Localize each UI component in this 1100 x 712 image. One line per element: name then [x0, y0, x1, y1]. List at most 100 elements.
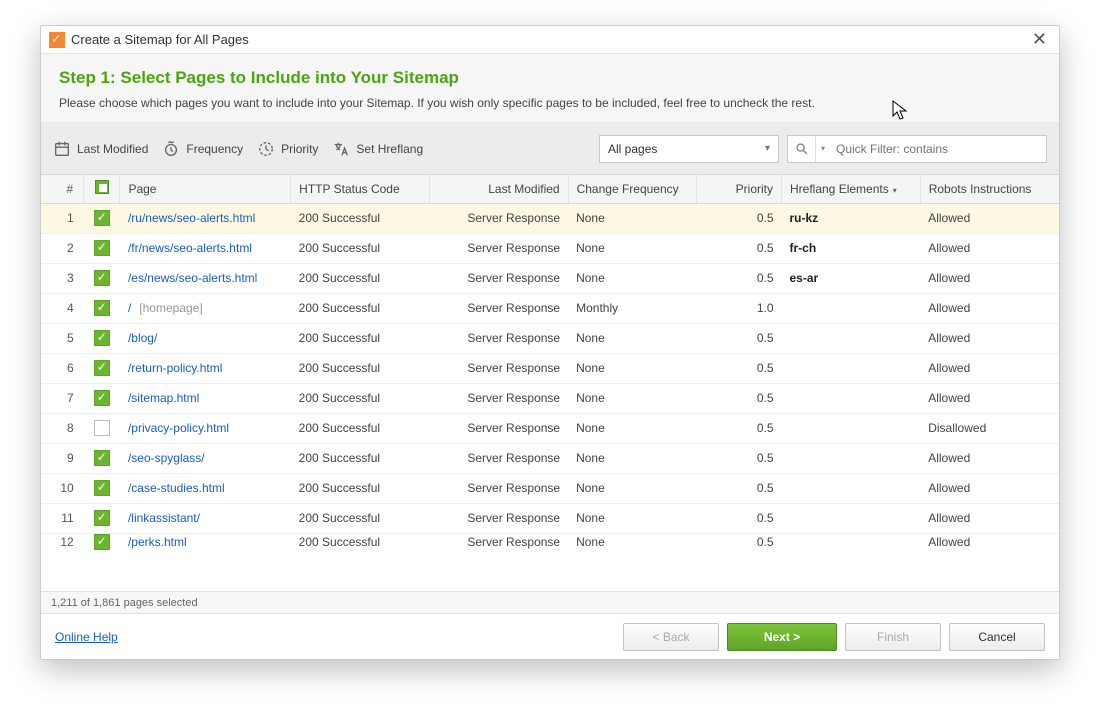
cell-num: 6	[41, 353, 84, 383]
table-row[interactable]: 10/case-studies.html200 SuccessfulServer…	[41, 473, 1059, 503]
page-link[interactable]: /sitemap.html	[128, 391, 199, 405]
table-row[interactable]: 8/privacy-policy.html200 SuccessfulServe…	[41, 413, 1059, 443]
table-row[interactable]: 11/linkassistant/200 SuccessfulServer Re…	[41, 503, 1059, 533]
cell-checkbox[interactable]	[84, 233, 120, 263]
next-button[interactable]: Next >	[727, 623, 837, 651]
search-dropdown-icon[interactable]: ▾	[816, 136, 830, 162]
cell-robots: Allowed	[920, 353, 1059, 383]
th-hreflang[interactable]: Hreflang Elements▾	[782, 175, 921, 203]
toolbar-set-hreflang[interactable]: Set Hreflang	[332, 140, 423, 158]
table-row[interactable]: 7/sitemap.html200 SuccessfulServer Respo…	[41, 383, 1059, 413]
cell-priority: 0.5	[696, 443, 781, 473]
page-link[interactable]: /linkassistant/	[128, 511, 200, 525]
row-checkbox[interactable]	[94, 330, 110, 346]
th-select-all[interactable]	[84, 175, 120, 203]
th-robots[interactable]: Robots Instructions	[920, 175, 1059, 203]
page-link[interactable]: /return-policy.html	[128, 361, 222, 375]
th-freq[interactable]: Change Frequency	[568, 175, 696, 203]
table-row[interactable]: 3/es/news/seo-alerts.html200 SuccessfulS…	[41, 263, 1059, 293]
cell-modified: Server Response	[429, 383, 568, 413]
page-link[interactable]: /case-studies.html	[128, 481, 225, 495]
close-button[interactable]: ✕	[1028, 29, 1051, 50]
cell-page: /[homepage]	[120, 293, 291, 323]
search-icon[interactable]	[788, 136, 816, 162]
cell-checkbox[interactable]	[84, 353, 120, 383]
table-row[interactable]: 12/perks.html200 SuccessfulServer Respon…	[41, 533, 1059, 551]
page-link[interactable]: /ru/news/seo-alerts.html	[128, 211, 255, 225]
cell-num: 4	[41, 293, 84, 323]
cell-checkbox[interactable]	[84, 443, 120, 473]
page-link[interactable]: /privacy-policy.html	[128, 421, 229, 435]
table-row[interactable]: 9/seo-spyglass/200 SuccessfulServer Resp…	[41, 443, 1059, 473]
cell-page: /privacy-policy.html	[120, 413, 291, 443]
table-row[interactable]: 4/[homepage]200 SuccessfulServer Respons…	[41, 293, 1059, 323]
cell-frequency: None	[568, 233, 696, 263]
cell-checkbox[interactable]	[84, 473, 120, 503]
cancel-button[interactable]: Cancel	[949, 623, 1045, 651]
online-help-link[interactable]: Online Help	[55, 630, 118, 644]
row-checkbox[interactable]	[94, 534, 110, 550]
row-checkbox[interactable]	[94, 210, 110, 226]
row-checkbox[interactable]	[94, 450, 110, 466]
cell-num: 11	[41, 503, 84, 533]
cell-checkbox[interactable]	[84, 383, 120, 413]
cell-checkbox[interactable]	[84, 323, 120, 353]
cell-frequency: None	[568, 503, 696, 533]
translate-icon	[332, 140, 350, 158]
toolbar-priority[interactable]: Priority	[257, 140, 318, 158]
sort-arrow-icon: ▾	[893, 186, 897, 195]
cell-modified: Server Response	[429, 323, 568, 353]
th-modified[interactable]: Last Modified	[429, 175, 568, 203]
page-link[interactable]: /seo-spyglass/	[128, 451, 205, 465]
th-page[interactable]: Page	[120, 175, 291, 203]
table-row[interactable]: 5/blog/200 SuccessfulServer ResponseNone…	[41, 323, 1059, 353]
dialog-window: Create a Sitemap for All Pages ✕ Step 1:…	[40, 25, 1060, 660]
cell-checkbox[interactable]	[84, 503, 120, 533]
toolbar-last-modified[interactable]: Last Modified	[53, 140, 148, 158]
cell-modified: Server Response	[429, 233, 568, 263]
cell-frequency: None	[568, 443, 696, 473]
cell-checkbox[interactable]	[84, 533, 120, 551]
row-checkbox[interactable]	[94, 240, 110, 256]
table-row[interactable]: 6/return-policy.html200 SuccessfulServer…	[41, 353, 1059, 383]
select-all-checkbox[interactable]	[95, 180, 109, 194]
th-http[interactable]: HTTP Status Code	[291, 175, 430, 203]
page-link[interactable]: /es/news/seo-alerts.html	[128, 271, 257, 285]
row-checkbox[interactable]	[94, 390, 110, 406]
cell-page: /seo-spyglass/	[120, 443, 291, 473]
page-link[interactable]: /blog/	[128, 331, 157, 345]
cell-checkbox[interactable]	[84, 413, 120, 443]
search-input[interactable]	[830, 142, 1046, 156]
cell-checkbox[interactable]	[84, 263, 120, 293]
cell-http: 200 Successful	[291, 473, 430, 503]
back-button[interactable]: < Back	[623, 623, 719, 651]
row-checkbox[interactable]	[94, 360, 110, 376]
filter-dropdown[interactable]: All pages ▾	[599, 135, 779, 163]
row-checkbox[interactable]	[94, 420, 110, 436]
page-link[interactable]: /perks.html	[128, 535, 187, 549]
row-checkbox[interactable]	[94, 480, 110, 496]
cell-hreflang	[782, 533, 921, 551]
cell-http: 200 Successful	[291, 353, 430, 383]
th-num[interactable]: #	[41, 175, 84, 203]
cell-checkbox[interactable]	[84, 293, 120, 323]
th-priority[interactable]: Priority	[696, 175, 781, 203]
cell-hreflang	[782, 383, 921, 413]
cell-checkbox[interactable]	[84, 203, 120, 233]
cell-http: 200 Successful	[291, 233, 430, 263]
page-link[interactable]: /	[128, 301, 131, 315]
row-checkbox[interactable]	[94, 510, 110, 526]
cell-frequency: Monthly	[568, 293, 696, 323]
finish-button[interactable]: Finish	[845, 623, 941, 651]
toolbar-frequency[interactable]: Frequency	[162, 140, 243, 158]
table-row[interactable]: 1/ru/news/seo-alerts.html200 SuccessfulS…	[41, 203, 1059, 233]
cell-http: 200 Successful	[291, 263, 430, 293]
cell-frequency: None	[568, 473, 696, 503]
table-row[interactable]: 2/fr/news/seo-alerts.html200 SuccessfulS…	[41, 233, 1059, 263]
cell-hreflang: ru-kz	[782, 203, 921, 233]
cell-num: 5	[41, 323, 84, 353]
row-checkbox[interactable]	[94, 270, 110, 286]
cell-priority: 1.0	[696, 293, 781, 323]
page-link[interactable]: /fr/news/seo-alerts.html	[128, 241, 252, 255]
row-checkbox[interactable]	[94, 300, 110, 316]
